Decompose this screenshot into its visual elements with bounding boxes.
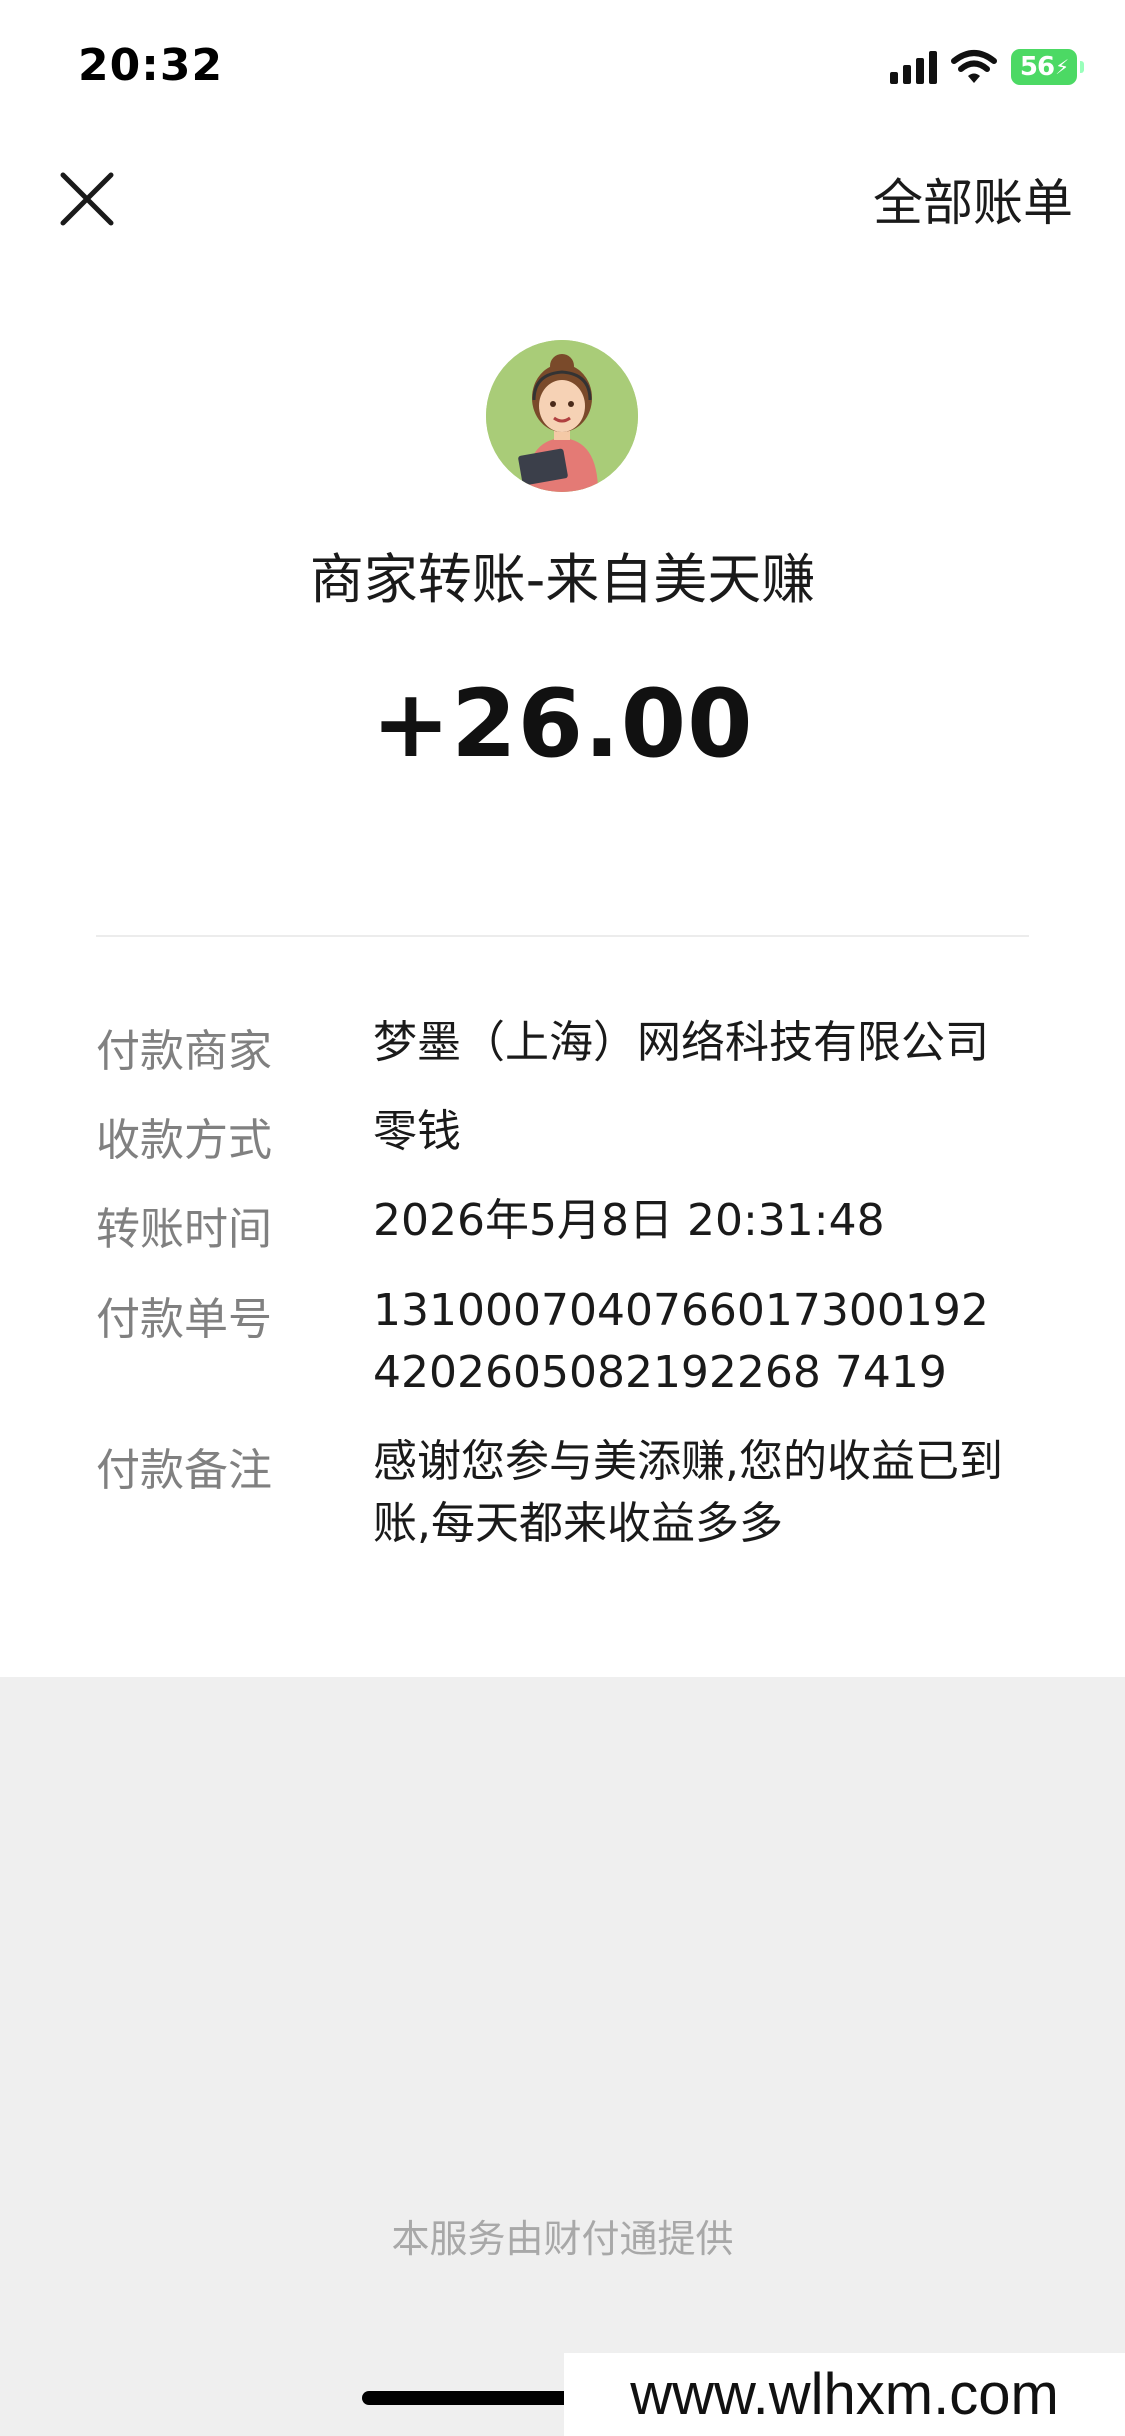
- detail-label-merchant: 付款商家: [96, 1026, 272, 1077]
- transaction-title: 商家转账-来自美天赚: [309, 548, 816, 611]
- detail-label-transfer-time: 转账时间: [96, 1204, 272, 1255]
- provider-footer: 本服务由财付通提供: [391, 2217, 734, 2261]
- detail-label-receive-method: 收款方式: [96, 1115, 272, 1166]
- merchant-avatar-image: [486, 340, 638, 492]
- all-bills-button[interactable]: 全部账单: [873, 163, 1073, 235]
- merchant-avatar: [486, 340, 638, 492]
- status-time: 20:32: [78, 40, 224, 91]
- wifi-icon: [951, 50, 997, 83]
- gray-background: [0, 1677, 1125, 2436]
- detail-value-transfer-time: 2026年5月8日 20:31:48: [373, 1195, 885, 1246]
- detail-label-remark: 付款备注: [96, 1445, 272, 1496]
- status-icons: 56 ⚡: [890, 44, 1084, 90]
- detail-value-remark: 感谢您参与美添赚,您的收益已到账,每天都来收益多多: [373, 1436, 1003, 1549]
- detail-value-merchant: 梦墨（上海）网络科技有限公司: [373, 1017, 989, 1068]
- detail-value-order-number: 13100070407660173001924202605082192268 7…: [373, 1285, 989, 1398]
- watermark: www.wlhxm.com: [564, 2353, 1125, 2436]
- content-area: [0, 0, 1125, 1677]
- battery-charging-icon: 56 ⚡: [1011, 49, 1084, 85]
- detail-label-order-number: 付款单号: [96, 1294, 272, 1345]
- battery-level: 56: [1019, 52, 1055, 82]
- cellular-signal-icon: [890, 50, 937, 84]
- close-icon[interactable]: [58, 170, 116, 228]
- divider: [96, 935, 1029, 937]
- transaction-amount: +26.00: [371, 670, 754, 779]
- detail-value-receive-method: 零钱: [373, 1106, 461, 1157]
